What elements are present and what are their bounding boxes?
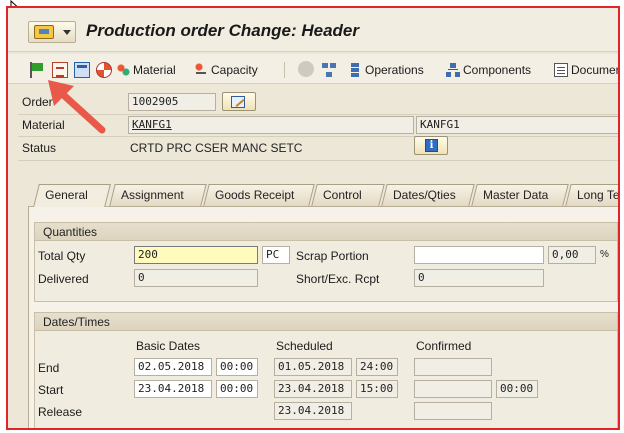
network-button[interactable] xyxy=(320,60,338,80)
end-confirmed-date-field xyxy=(414,358,492,376)
tab-long-text-label: Long Te xyxy=(577,188,620,202)
tab-master-data[interactable]: Master Data xyxy=(471,184,569,206)
scrap-portion-input[interactable] xyxy=(414,246,544,264)
edit-order-button[interactable] xyxy=(222,92,256,111)
end-label: End xyxy=(38,361,60,375)
toolbar-separator xyxy=(284,62,285,78)
start-basic-date-input[interactable]: 23.04.2018 xyxy=(134,380,212,398)
status-info-button[interactable]: i xyxy=(414,136,448,155)
status-value: CRTD PRC CSER MANC SETC xyxy=(130,141,303,155)
tab-general[interactable]: General xyxy=(33,184,111,207)
unit-field[interactable]: PC xyxy=(262,246,290,264)
tab-master-data-label: Master Data xyxy=(483,188,549,202)
order-label: Order xyxy=(22,95,53,109)
end-basic-date-input[interactable]: 02.05.2018 xyxy=(134,358,212,376)
start-confirmed-date-field xyxy=(414,380,492,398)
row-divider xyxy=(18,160,618,161)
tab-goods-receipt-label: Goods Receipt xyxy=(215,188,295,202)
row-divider xyxy=(18,136,618,137)
material-icon xyxy=(116,63,130,77)
scrap-percent-field: 0,00 xyxy=(548,246,596,264)
percent-sign: % xyxy=(600,249,609,260)
calculator-icon[interactable] xyxy=(74,62,90,78)
start-label: Start xyxy=(38,383,64,397)
network-icon xyxy=(322,63,336,77)
start-scheduled-date-field: 23.04.2018 xyxy=(274,380,352,398)
system-menu-button[interactable] xyxy=(28,21,76,43)
scrap-portion-label: Scrap Portion xyxy=(296,249,369,263)
chevron-down-icon xyxy=(63,30,71,35)
menu-icon xyxy=(34,25,54,39)
basic-dates-header: Basic Dates xyxy=(136,339,201,353)
tab-control[interactable]: Control xyxy=(311,184,385,206)
components-icon xyxy=(446,63,460,77)
order-field: 1002905 xyxy=(128,93,216,111)
tab-assignment-label: Assignment xyxy=(121,188,184,202)
material-field: KANFG1 xyxy=(128,116,414,134)
documents-icon xyxy=(554,63,568,77)
tab-goods-receipt[interactable]: Goods Receipt xyxy=(203,184,315,206)
documents-button[interactable]: Documen xyxy=(552,60,620,80)
delivered-field: 0 xyxy=(134,269,258,287)
total-qty-input[interactable]: 200 xyxy=(134,246,258,264)
end-basic-time-input[interactable]: 00:00 xyxy=(216,358,258,376)
documents-button-label: Documen xyxy=(571,63,620,77)
material-button[interactable]: Material xyxy=(114,60,178,80)
material-description-field: KANFG1 xyxy=(416,116,618,134)
tab-dates-qties[interactable]: Dates/Qties xyxy=(381,184,475,206)
operations-button[interactable]: Operations xyxy=(346,60,426,80)
scheduled-header: Scheduled xyxy=(276,339,333,353)
disabled-icon xyxy=(298,61,314,77)
page-title: Production order Change: Header xyxy=(86,21,359,40)
capacity-button[interactable]: Capacity xyxy=(192,60,260,80)
start-scheduled-time-field: 15:00 xyxy=(356,380,398,398)
components-button[interactable]: Components xyxy=(444,60,533,80)
start-confirmed-time-field: 00:00 xyxy=(496,380,538,398)
material-value: KANFG1 xyxy=(132,118,172,131)
pencil-icon xyxy=(231,96,245,108)
operations-button-label: Operations xyxy=(365,63,424,77)
lifebuoy-icon[interactable] xyxy=(96,62,112,78)
dates-times-group-title: Dates/Times xyxy=(35,313,617,331)
tab-dates-qties-label: Dates/Qties xyxy=(393,188,456,202)
end-scheduled-time-field: 24:00 xyxy=(356,358,398,376)
delivered-label: Delivered xyxy=(38,272,89,286)
material-label: Material xyxy=(22,118,65,132)
components-button-label: Components xyxy=(463,63,532,77)
sap-window: Production order Change: Header Material… xyxy=(6,6,620,430)
material-button-label: Material xyxy=(133,63,176,77)
short-exc-rcpt-field: 0 xyxy=(414,269,544,287)
tab-assignment[interactable]: Assignment xyxy=(109,184,207,206)
tab-long-text[interactable]: Long Te xyxy=(565,184,620,206)
title-bar: Production order Change: Header xyxy=(8,8,618,52)
quantities-group-title: Quantities xyxy=(35,223,617,241)
application-toolbar: Material Capacity Operations Components … xyxy=(8,54,618,84)
operations-icon xyxy=(348,63,362,77)
document-icon[interactable] xyxy=(52,62,68,78)
short-exc-rcpt-label: Short/Exc. Rcpt xyxy=(296,272,380,286)
status-label: Status xyxy=(22,141,57,155)
release-scheduled-date-field: 23.04.2018 xyxy=(274,402,352,420)
capacity-icon xyxy=(194,63,208,77)
row-divider xyxy=(18,114,618,115)
capacity-button-label: Capacity xyxy=(211,63,258,77)
info-icon: i xyxy=(425,139,438,152)
release-flag-icon[interactable] xyxy=(28,62,44,78)
start-basic-time-input[interactable]: 00:00 xyxy=(216,380,258,398)
end-scheduled-date-field: 01.05.2018 xyxy=(274,358,352,376)
total-qty-label: Total Qty xyxy=(38,249,86,263)
release-confirmed-date-field xyxy=(414,402,492,420)
tab-general-label: General xyxy=(45,188,88,202)
confirmed-header: Confirmed xyxy=(416,339,472,353)
tab-control-label: Control xyxy=(323,188,362,202)
release-label: Release xyxy=(38,405,83,419)
